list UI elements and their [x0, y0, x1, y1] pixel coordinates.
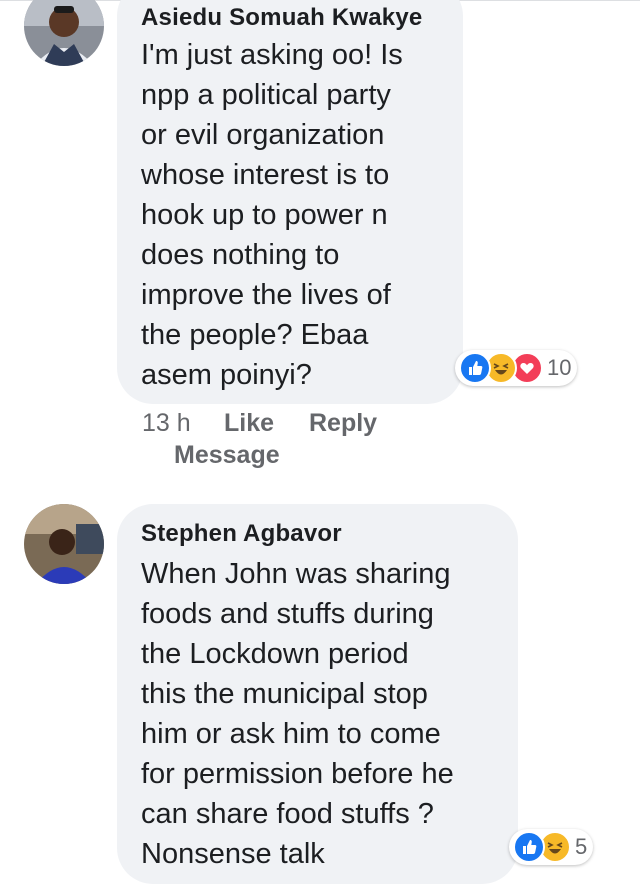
- reaction-summary[interactable]: 5: [509, 829, 594, 865]
- message-button[interactable]: Message: [174, 441, 280, 470]
- reaction-summary[interactable]: 10: [455, 350, 578, 386]
- comment-author[interactable]: Stephen Agbavor: [141, 520, 342, 548]
- avatar[interactable]: [24, 504, 104, 584]
- avatar[interactable]: [24, 0, 104, 66]
- reaction-count: 5: [575, 834, 588, 859]
- avatar-photo-icon: [24, 504, 104, 584]
- like-icon: [513, 831, 545, 863]
- comment-text: When John was sharing foods and stuffs d…: [141, 558, 454, 870]
- comment-text: I'm just asking oo! Is npp a political p…: [141, 39, 403, 391]
- reply-button[interactable]: Reply: [309, 409, 377, 438]
- like-button[interactable]: Like: [224, 409, 274, 438]
- like-icon: [459, 352, 491, 384]
- avatar-photo-icon: [24, 0, 104, 66]
- reaction-count: 10: [547, 355, 572, 380]
- comment-timestamp[interactable]: 13 h: [142, 409, 191, 438]
- comment-author[interactable]: Asiedu Somuah Kwakye: [141, 4, 422, 32]
